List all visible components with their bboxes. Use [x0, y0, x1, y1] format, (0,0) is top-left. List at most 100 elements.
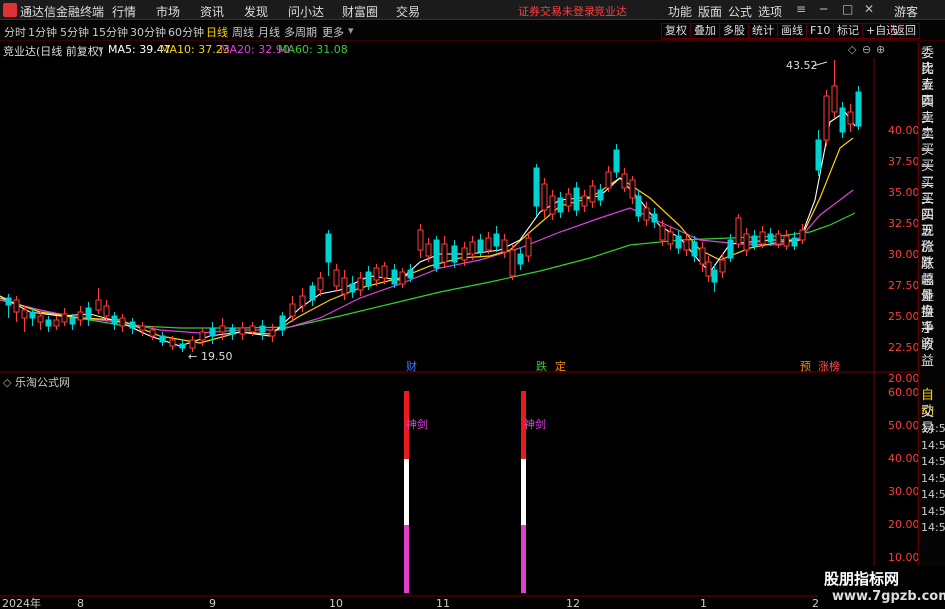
candle-body: [815, 139, 822, 171]
candle-body: [219, 325, 226, 333]
price-tick-label: 30.00: [888, 248, 918, 261]
menu-markets[interactable]: 市场: [156, 3, 180, 20]
candle-body: [605, 171, 612, 189]
side-panel-row[interactable]: 14:56: [921, 520, 945, 536]
menu-formula[interactable]: 公式: [728, 3, 752, 20]
candle-body: [699, 247, 706, 265]
tool-restore-rights[interactable]: 复权: [661, 23, 691, 39]
candle-body: [461, 247, 468, 261]
zoom-out-icon[interactable]: ⊖: [862, 43, 871, 56]
period-tab-15min[interactable]: 15分钟: [92, 24, 128, 40]
trade-login-warning[interactable]: 证券交易未登录: [518, 3, 595, 19]
dropdown-icon[interactable]: ▾: [98, 43, 104, 56]
candle-body: [643, 207, 650, 221]
event-marker-fixed[interactable]: 定: [555, 359, 566, 373]
candle-body: [69, 317, 76, 325]
diamond-icon[interactable]: ◇: [848, 43, 856, 56]
price-tick-label: 37.50: [888, 155, 918, 168]
period-tab-timeshare[interactable]: 分时: [4, 24, 26, 40]
candle-body: [325, 233, 332, 263]
tool-back[interactable]: 返回: [890, 23, 920, 39]
candle-body: [581, 195, 588, 207]
zoom-in-icon[interactable]: ⊕: [876, 43, 885, 56]
candle-body: [341, 277, 348, 295]
candle-body: [5, 297, 12, 306]
menu-trade[interactable]: 交易: [396, 3, 420, 20]
menu-news[interactable]: 资讯: [200, 3, 224, 20]
tool-f10[interactable]: F10: [806, 23, 835, 39]
candle-body: [333, 269, 340, 287]
watermark-title: 股朋指标网: [824, 570, 900, 588]
side-panel-row[interactable]: 14:56: [921, 438, 945, 454]
period-tab-monthly[interactable]: 月线: [258, 24, 280, 40]
close-icon[interactable]: ✕: [864, 2, 874, 16]
tool-mark[interactable]: 标记: [833, 23, 863, 39]
indicator-signal-2[interactable]: 神剑: [521, 391, 546, 593]
menu-layout[interactable]: 版面: [698, 3, 722, 20]
period-tab-1min[interactable]: 1分钟: [28, 24, 57, 40]
menu-discover[interactable]: 发现: [244, 3, 268, 20]
candle-body: [417, 229, 424, 251]
signal-label: 神剑: [406, 417, 428, 431]
indicator-name: 乐淘公式网: [14, 376, 70, 389]
menu-wealth[interactable]: 财富圈: [342, 3, 378, 20]
indicator-signal-1[interactable]: 神剑: [404, 391, 428, 593]
period-tab-30min[interactable]: 30分钟: [130, 24, 166, 40]
candle-body: [45, 319, 52, 327]
period-tab-60min[interactable]: 60分钟: [168, 24, 204, 40]
tool-draw-line[interactable]: 画线: [777, 23, 807, 39]
menu-ask[interactable]: 问小达: [288, 3, 324, 20]
period-tab-5min[interactable]: 5分钟: [60, 24, 89, 40]
app-title: 通达信金融终端: [20, 5, 105, 19]
candle-body: [597, 189, 604, 201]
candle-body: [705, 261, 712, 277]
watermark-url: www.7gpzb.com: [832, 589, 945, 604]
low-arrow: ←: [188, 350, 197, 363]
maximize-icon[interactable]: □: [842, 2, 853, 16]
candle-body: [209, 327, 216, 337]
event-marker-limit-down[interactable]: 跌: [536, 359, 547, 373]
indicator-menu-icon[interactable]: ◇: [3, 376, 15, 389]
tool-multi-stock[interactable]: 多股: [719, 23, 749, 39]
price-tick-label: 27.50: [888, 279, 918, 292]
menu-options[interactable]: 选项: [758, 3, 782, 20]
tool-statistics[interactable]: 统计: [748, 23, 778, 39]
indicator-tick-label: 30.00: [888, 485, 918, 498]
event-marker-finance[interactable]: 财: [406, 359, 417, 373]
more-dropdown-icon[interactable]: ▾: [348, 24, 354, 37]
candle-body: [169, 339, 176, 347]
candle-body: [13, 299, 20, 313]
candle-body: [139, 325, 146, 331]
period-tab-weekly[interactable]: 周线: [232, 24, 254, 40]
candle-body: [317, 277, 324, 291]
candle-body: [29, 311, 36, 319]
menu-market[interactable]: 行情: [112, 3, 136, 20]
candle-body: [259, 325, 266, 333]
candle-body: [425, 243, 432, 257]
side-panel-row[interactable]: 14:56: [921, 504, 945, 520]
window-menu-icon[interactable]: ≡: [796, 2, 806, 16]
side-panel-row[interactable]: 14:56: [921, 471, 945, 487]
event-marker-forecast[interactable]: 预: [800, 360, 811, 373]
period-tab-multi[interactable]: 多周期: [284, 24, 317, 40]
period-tab-daily[interactable]: 日线: [206, 24, 228, 40]
kline-chart[interactable]: 40.00 37.50 35.00 32.50 30.00 27.50 25.0…: [0, 58, 918, 609]
indicator-tick-label: 10.00: [888, 551, 918, 564]
indicator-title[interactable]: ◇ 乐淘公式网: [3, 374, 70, 390]
event-marker-gainer[interactable]: 涨榜: [818, 359, 840, 373]
price-tick-label: 25.00: [888, 310, 918, 323]
minimize-icon[interactable]: ─: [820, 2, 827, 16]
candle-body: [775, 233, 782, 245]
user-guest[interactable]: 游客: [894, 3, 918, 20]
candle-body: [517, 253, 524, 265]
side-panel-row[interactable]: 14:56: [921, 487, 945, 503]
signal-bar-bottom: [404, 525, 409, 593]
menu-function[interactable]: 功能: [668, 3, 692, 20]
candle-body: [149, 329, 156, 337]
period-tab-more[interactable]: 更多: [322, 24, 344, 40]
side-panel-row[interactable]: 14:56: [921, 421, 945, 437]
side-panel-row[interactable]: 14:56: [921, 454, 945, 470]
candle-body: [95, 299, 102, 311]
side-panel-row[interactable]: 收益: [921, 338, 945, 370]
tool-overlay[interactable]: 叠加: [690, 23, 720, 39]
